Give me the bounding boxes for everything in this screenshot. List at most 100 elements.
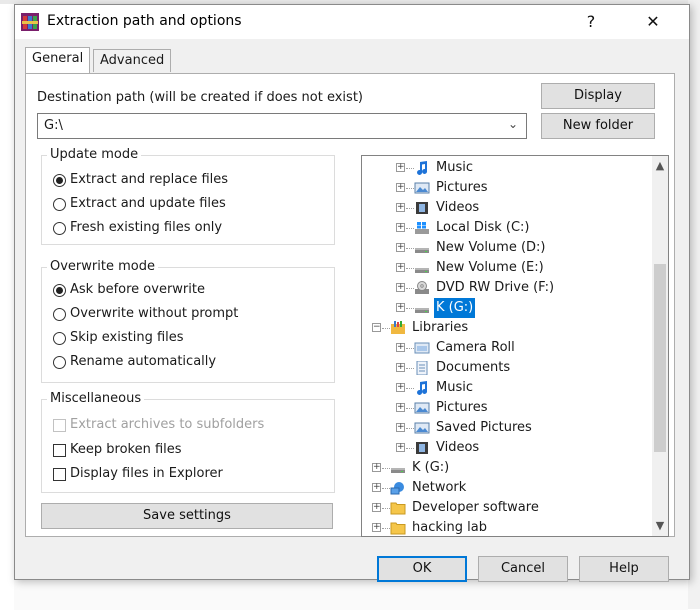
expand-icon[interactable]: + <box>396 223 405 232</box>
tree-scrollbar[interactable]: ▲ ▼ <box>652 156 668 536</box>
tab-advanced[interactable]: Advanced <box>93 49 172 72</box>
option-label[interactable]: Extract and update files <box>70 196 226 211</box>
expand-icon[interactable]: + <box>396 343 405 352</box>
tree-node-label[interactable]: Pictures <box>434 178 489 198</box>
tree-node-label[interactable]: Local Disk (C:) <box>434 218 531 238</box>
tree-node-label[interactable]: Music <box>434 378 475 398</box>
expand-icon[interactable]: + <box>396 423 405 432</box>
tree-node-label[interactable]: hacking lab <box>410 518 489 536</box>
tree-node[interactable]: + Saved Pictures <box>362 418 650 438</box>
tree-connector <box>406 348 414 349</box>
tree-node-label[interactable]: Music <box>434 158 475 178</box>
expand-icon[interactable]: + <box>372 523 381 532</box>
destination-path-combo[interactable]: G:\ ⌄ <box>37 113 527 139</box>
tree-node-label[interactable]: New Volume (E:) <box>434 258 546 278</box>
tree-node[interactable]: + Pictures <box>362 398 650 418</box>
tree-node-label[interactable]: DVD RW Drive (F:) <box>434 278 556 298</box>
music-icon <box>414 161 430 175</box>
expand-icon[interactable]: + <box>396 243 405 252</box>
radio-extract-replace[interactable] <box>53 174 66 187</box>
radio-skip-existing[interactable] <box>53 332 66 345</box>
collapse-icon[interactable]: − <box>372 323 381 332</box>
tree-node-label[interactable]: Pictures <box>434 398 489 418</box>
ok-button[interactable]: OK <box>377 556 467 582</box>
tree-node[interactable]: + Pictures <box>362 178 650 198</box>
option-label[interactable]: Rename automatically <box>70 354 216 369</box>
tree-node[interactable]: + DVD RW Drive (F:) <box>362 278 650 298</box>
option-label[interactable]: Keep broken files <box>70 442 182 457</box>
expand-icon[interactable]: + <box>396 203 405 212</box>
tree-node[interactable]: + Documents <box>362 358 650 378</box>
option-label[interactable]: Fresh existing files only <box>70 220 222 235</box>
checkbox-extract-subfolders <box>53 419 66 432</box>
expand-icon[interactable]: + <box>396 263 405 272</box>
tree-node[interactable]: + Local Disk (C:) <box>362 218 650 238</box>
new-folder-button[interactable]: New folder <box>541 113 655 139</box>
tree-node[interactable]: + New Volume (E:) <box>362 258 650 278</box>
radio-extract-update[interactable] <box>53 198 66 211</box>
tree-node[interactable]: + Music <box>362 158 650 178</box>
expand-icon[interactable]: + <box>396 363 405 372</box>
option-label[interactable]: Display files in Explorer <box>70 466 223 481</box>
tree-node[interactable]: + Music <box>362 378 650 398</box>
tree-node[interactable]: − Libraries <box>362 318 650 338</box>
cancel-button[interactable]: Cancel <box>478 556 568 582</box>
help-title-button[interactable]: ? <box>577 11 605 33</box>
destination-label: Destination path (will be created if doe… <box>37 90 363 105</box>
expand-icon[interactable]: + <box>396 283 405 292</box>
checkbox-display-explorer[interactable] <box>53 468 66 481</box>
scroll-down-arrow-icon[interactable]: ▼ <box>652 518 668 534</box>
expand-icon[interactable]: + <box>396 383 405 392</box>
tree-node[interactable]: + K (G:) <box>362 298 650 318</box>
display-button[interactable]: Display <box>541 83 655 109</box>
option-label[interactable]: Extract and replace files <box>70 172 228 187</box>
expand-icon[interactable]: + <box>372 463 381 472</box>
expand-icon[interactable]: + <box>396 183 405 192</box>
tree-node-label[interactable]: Documents <box>434 358 512 378</box>
help-button[interactable]: Help <box>579 556 669 582</box>
tree-node[interactable]: + hacking lab <box>362 518 650 536</box>
tree-node[interactable]: + Videos <box>362 438 650 458</box>
tree-node-label[interactable]: New Volume (D:) <box>434 238 548 258</box>
expand-icon[interactable]: + <box>396 303 405 312</box>
tree-node-label[interactable]: K (G:) <box>410 458 451 478</box>
radio-rename-auto[interactable] <box>53 356 66 369</box>
radio-fresh-existing[interactable] <box>53 222 66 235</box>
option-label[interactable]: Overwrite without prompt <box>70 306 238 321</box>
tree-node-label[interactable]: Developer software <box>410 498 541 518</box>
radio-ask-before[interactable] <box>53 284 66 297</box>
chevron-down-icon[interactable]: ⌄ <box>508 117 518 131</box>
tree-node[interactable]: + Developer software <box>362 498 650 518</box>
expand-icon[interactable]: + <box>396 163 405 172</box>
tree-node[interactable]: + Videos <box>362 198 650 218</box>
tree-node-label[interactable]: Videos <box>434 438 481 458</box>
option-label[interactable]: Skip existing files <box>70 330 184 345</box>
expand-icon[interactable]: + <box>372 503 381 512</box>
close-icon[interactable]: ✕ <box>639 11 667 33</box>
scroll-up-arrow-icon[interactable]: ▲ <box>652 158 668 174</box>
expand-icon[interactable]: + <box>396 443 405 452</box>
tree-node[interactable]: + New Volume (D:) <box>362 238 650 258</box>
option-label[interactable]: Ask before overwrite <box>70 282 205 297</box>
videos-icon <box>414 441 430 455</box>
tree-node-label[interactable]: Saved Pictures <box>434 418 534 438</box>
tree-node[interactable]: + Camera Roll <box>362 338 650 358</box>
radio-overwrite-without[interactable] <box>53 308 66 321</box>
expand-icon[interactable]: + <box>396 403 405 412</box>
tree-node-label[interactable]: Videos <box>434 198 481 218</box>
checkbox-keep-broken[interactable] <box>53 444 66 457</box>
tree-node-label[interactable]: Libraries <box>410 318 470 338</box>
tab-general[interactable]: General <box>25 47 91 73</box>
folder-tree[interactable]: + Music + Pictures + Videos + Local Disk (C:) + N… <box>361 155 669 537</box>
expand-icon[interactable]: + <box>372 483 381 492</box>
title-bar[interactable]: Extraction path and options ? ✕ <box>15 5 689 39</box>
save-settings-button[interactable]: Save settings <box>41 503 333 529</box>
scroll-thumb[interactable] <box>654 264 666 452</box>
pictures-icon <box>414 401 430 415</box>
tree-node[interactable]: + Network <box>362 478 650 498</box>
tree-node-label[interactable]: Camera Roll <box>434 338 517 358</box>
tree-node-label[interactable]: Network <box>410 478 468 498</box>
tree-node-label[interactable]: K (G:) <box>434 298 476 318</box>
update-mode-title: Update mode <box>47 147 142 162</box>
tree-node[interactable]: + K (G:) <box>362 458 650 478</box>
